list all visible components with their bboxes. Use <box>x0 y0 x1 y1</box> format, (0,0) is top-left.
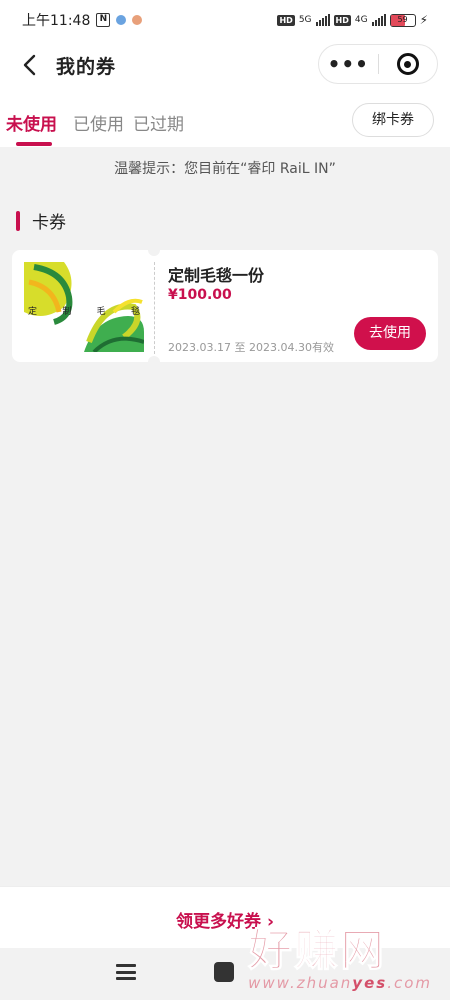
hd-icon-2: HD <box>333 14 351 26</box>
miniprogram-capsule: ••• <box>318 44 438 84</box>
battery-level: 59 <box>397 15 408 24</box>
thumbnail-caption: 定 制 毛 毯 <box>24 304 144 317</box>
thumb-char-2: 制 <box>62 307 72 317</box>
back-icon[interactable] <box>16 50 46 80</box>
tab-used[interactable]: 已使用 <box>73 110 124 135</box>
coupon-tabs: 未使用 已使用 已过期 绑卡券 <box>0 90 450 147</box>
watermark-url: www.zhuanyes.com <box>248 974 432 992</box>
section-accent-bar <box>16 210 20 231</box>
menu-icon[interactable] <box>116 964 136 980</box>
coupon-thumbnail: 定 制 毛 毯 <box>24 262 144 352</box>
network-4g-label: 4G <box>354 15 368 25</box>
watermark-url-part-3: .com <box>387 974 432 992</box>
card-divider <box>154 262 155 354</box>
hd-icon: HD <box>277 14 295 26</box>
watermark-url-part-2: yes <box>352 974 388 992</box>
charging-icon: ⚡ <box>419 13 428 27</box>
section-header: 卡券 <box>16 208 66 233</box>
card-notch-bottom <box>148 356 160 368</box>
bind-card-button[interactable]: 绑卡券 <box>352 103 434 137</box>
signal-icon <box>315 14 330 26</box>
tab-unused[interactable]: 未使用 <box>6 110 57 135</box>
status-time: 上午11:48 <box>22 13 91 29</box>
use-coupon-button[interactable]: 去使用 <box>354 317 426 350</box>
home-icon[interactable] <box>214 962 234 982</box>
app-notification-icon <box>116 15 127 25</box>
more-icon[interactable]: ••• <box>319 44 378 84</box>
thumb-char-1: 定 <box>28 307 38 317</box>
store-notice: 温馨提示：您目前在“睿印 RaiL IN” <box>114 161 336 177</box>
watermark-url-part-1: www.zhuan <box>248 974 353 992</box>
battery-icon: 59 <box>389 13 416 27</box>
system-navigation-bar: 好赚网 www.zhuanyes.com <box>0 927 450 1000</box>
coupon-card[interactable]: 定 制 毛 毯 定制毛毯一份 ¥100.00 2023.03.17 至 2023… <box>12 244 438 368</box>
nfc-icon: N <box>96 13 111 27</box>
network-5g-label: 5G <box>298 15 312 25</box>
thumb-char-4: 毯 <box>130 307 140 317</box>
section-title: 卡券 <box>32 213 66 233</box>
coupon-name: 定制毛毯一份 <box>168 266 265 285</box>
watermark: 好赚网 www.zhuanyes.com <box>248 925 432 992</box>
app-notification-icon-2 <box>132 15 143 25</box>
thumb-char-3: 毛 <box>96 307 106 317</box>
status-bar: 上午11:48 N HD 5G HD 4G 59 ⚡ <box>0 0 450 40</box>
page-title: 我的券 <box>56 56 117 78</box>
target-icon <box>396 53 419 75</box>
active-tab-indicator <box>16 142 52 146</box>
watermark-logo-text: 好赚网 <box>248 925 387 976</box>
coupon-validity: 2023.03.17 至 2023.04.30有效 <box>168 341 334 354</box>
tab-expired[interactable]: 已过期 <box>133 110 184 135</box>
card-notch-top <box>148 244 160 256</box>
coupon-price: ¥100.00 <box>168 287 232 303</box>
navigation-bar: 我的券 ••• <box>0 40 450 90</box>
signal-icon-2 <box>371 14 386 26</box>
close-miniprogram-button[interactable] <box>378 53 437 75</box>
